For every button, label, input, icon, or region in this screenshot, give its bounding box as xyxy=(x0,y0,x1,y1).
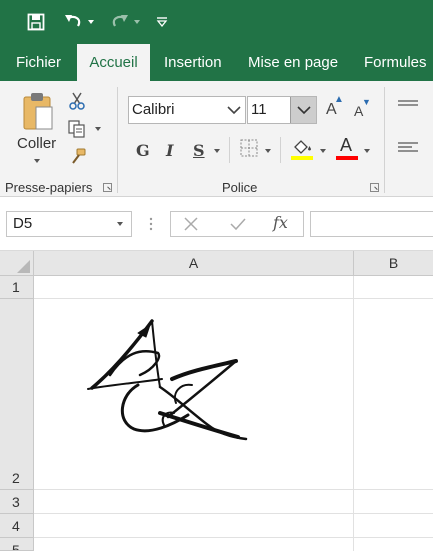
cell-a5[interactable] xyxy=(34,538,354,551)
cell-a4[interactable] xyxy=(34,514,354,538)
paste-icon[interactable] xyxy=(22,91,54,131)
underline-button[interactable]: S xyxy=(193,141,205,160)
name-box[interactable]: D5 xyxy=(6,211,132,237)
paste-label[interactable]: Coller xyxy=(17,135,56,152)
name-box-value: D5 xyxy=(13,215,33,232)
cell-a3[interactable] xyxy=(34,490,354,514)
clipboard-group-label: Presse-papiers xyxy=(5,180,93,195)
group-separator xyxy=(384,87,385,193)
customize-qat-icon[interactable] xyxy=(154,8,170,36)
cell-b1[interactable] xyxy=(354,276,433,299)
undo-icon[interactable] xyxy=(60,8,88,36)
cell-b2[interactable] xyxy=(354,299,433,490)
copy-dropdown-icon[interactable] xyxy=(95,127,101,131)
redo-icon[interactable] xyxy=(105,8,133,36)
font-name-select[interactable]: Calibri xyxy=(128,96,246,124)
row-header-4[interactable]: 4 xyxy=(0,514,34,538)
fill-color-icon[interactable] xyxy=(290,137,314,161)
italic-button[interactable]: I xyxy=(166,141,173,160)
tab-formules[interactable]: Formules xyxy=(364,44,427,81)
font-color-letter: A xyxy=(340,135,353,155)
ribbon: Coller Presse-papiers Calibri 11 A ▲ A ▼… xyxy=(0,81,433,197)
insert-function-button[interactable]: fx xyxy=(273,213,288,232)
chevron-down-icon xyxy=(117,222,123,226)
tab-insertion[interactable]: Insertion xyxy=(164,44,222,81)
enter-icon[interactable] xyxy=(229,216,247,232)
chevron-down-icon xyxy=(290,97,316,123)
copy-icon[interactable] xyxy=(67,119,87,139)
row-header-5[interactable]: 5 xyxy=(0,538,34,551)
clipboard-launcher-icon[interactable] xyxy=(103,183,112,192)
cut-icon[interactable] xyxy=(67,91,87,111)
grow-font-button[interactable]: A ▲ xyxy=(326,94,344,119)
fill-color-dropdown-icon[interactable] xyxy=(320,149,326,153)
font-color-swatch xyxy=(336,156,358,160)
bold-button[interactable]: G xyxy=(136,141,150,160)
undo-dropdown-icon[interactable] xyxy=(86,8,96,36)
font-separator xyxy=(229,137,230,163)
shrink-font-button[interactable]: A ▼ xyxy=(354,97,371,119)
tab-accueil[interactable]: Accueil xyxy=(77,44,150,81)
tab-mise-en-page[interactable]: Mise en page xyxy=(248,44,338,81)
select-all-button[interactable] xyxy=(0,251,34,276)
row-header-2[interactable]: 2 xyxy=(0,299,34,490)
formula-input[interactable] xyxy=(310,211,433,237)
cancel-icon[interactable] xyxy=(183,216,199,232)
row-header-3[interactable]: 3 xyxy=(0,490,34,514)
font-size-select[interactable]: 11 xyxy=(247,96,317,124)
row-header-1[interactable]: 1 xyxy=(0,276,34,299)
underline-dropdown-icon[interactable] xyxy=(214,149,220,153)
font-name-value: Calibri xyxy=(132,101,175,118)
column-header-b[interactable]: B xyxy=(354,251,433,276)
monogram-drawing-image[interactable] xyxy=(80,313,255,448)
font-launcher-icon[interactable] xyxy=(370,183,379,192)
borders-icon[interactable] xyxy=(240,139,258,157)
column-header-a[interactable]: A xyxy=(34,251,354,276)
cell-a1[interactable] xyxy=(34,276,354,299)
group-separator xyxy=(117,87,118,193)
cell-b3[interactable] xyxy=(354,490,433,514)
paste-dropdown-icon[interactable] xyxy=(34,159,40,163)
font-size-value: 11 xyxy=(251,101,267,118)
font-group-label: Police xyxy=(222,180,258,195)
font-separator xyxy=(280,137,281,163)
arrow-down-icon: ▼ xyxy=(362,97,371,107)
cell-b5[interactable] xyxy=(354,538,433,551)
align-top-icon[interactable] xyxy=(398,99,418,113)
font-color-button[interactable]: A xyxy=(336,135,358,161)
redo-dropdown-icon[interactable] xyxy=(132,8,142,36)
tab-fichier[interactable]: Fichier xyxy=(16,44,61,81)
borders-dropdown-icon[interactable] xyxy=(265,149,271,153)
cell-b4[interactable] xyxy=(354,514,433,538)
format-painter-icon[interactable] xyxy=(69,147,87,165)
ribbon-tabs: Fichier Accueil Insertion Mise en page F… xyxy=(0,44,433,81)
align-left-icon[interactable] xyxy=(398,141,418,155)
quick-access-toolbar xyxy=(0,0,433,44)
formula-controls: fx xyxy=(170,211,304,237)
chevron-down-icon xyxy=(225,97,243,123)
font-color-dropdown-icon[interactable] xyxy=(364,149,370,153)
arrow-up-icon: ▲ xyxy=(334,94,344,105)
worksheet-grid: A B 1 2 3 4 5 xyxy=(0,251,433,551)
drag-handle-icon[interactable] xyxy=(149,216,153,232)
formula-bar: D5 fx xyxy=(0,197,433,251)
save-icon[interactable] xyxy=(22,8,50,36)
